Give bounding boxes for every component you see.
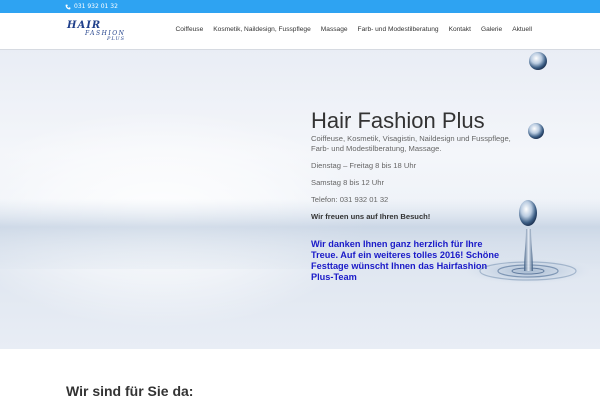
top-bar: 031 932 01 32: [0, 0, 600, 13]
section-title: Wir sind für Sie da:: [66, 383, 194, 399]
nav-item-aktuell[interactable]: Aktuell: [512, 26, 532, 33]
hero-welcome: Wir freuen uns auf Ihren Besuch!: [311, 212, 431, 221]
nav-item-kosmetik[interactable]: Kosmetik, Naildesign, Fusspflege: [213, 26, 311, 33]
nav-item-farbberatung[interactable]: Farb- und Modestilberatung: [358, 26, 439, 33]
hero-title: Hair Fashion Plus: [311, 108, 485, 133]
nav-item-kontakt[interactable]: Kontakt: [449, 26, 471, 33]
nav-item-coiffeuse[interactable]: Coiffeuse: [176, 26, 204, 33]
hero-section: Hair Fashion Plus Coiffeuse, Kosmetik, V…: [0, 49, 600, 349]
phone-icon: [65, 4, 71, 9]
logo-line-3: PLUS: [107, 36, 126, 42]
nav-item-massage[interactable]: Massage: [321, 26, 348, 33]
top-bar-phone[interactable]: 031 932 01 32: [65, 2, 118, 11]
nav-item-galerie[interactable]: Galerie: [481, 26, 502, 33]
main-nav: Coiffeuse Kosmetik, Naildesign, Fusspfle…: [176, 26, 532, 33]
top-bar-phone-number: 031 932 01 32: [74, 3, 118, 10]
hero-hours-saturday: Samstag 8 bis 12 Uhr: [311, 178, 385, 187]
site-logo[interactable]: HAIR FASHION PLUS: [67, 20, 137, 42]
hero-holiday-message: Wir danken Ihnen ganz herzlich für Ihre …: [311, 239, 500, 282]
hero-hours-weekday: Dienstag – Freitag 8 bis 18 Uhr: [311, 161, 417, 170]
site-header: HAIR FASHION PLUS Coiffeuse Kosmetik, Na…: [0, 13, 600, 49]
hero-phone: Telefon: 031 932 01 32: [311, 195, 389, 204]
hero-services: Coiffeuse, Kosmetik, Visagistin, Naildes…: [311, 134, 511, 153]
hero-content: Hair Fashion Plus Coiffeuse, Kosmetik, V…: [311, 108, 511, 283]
